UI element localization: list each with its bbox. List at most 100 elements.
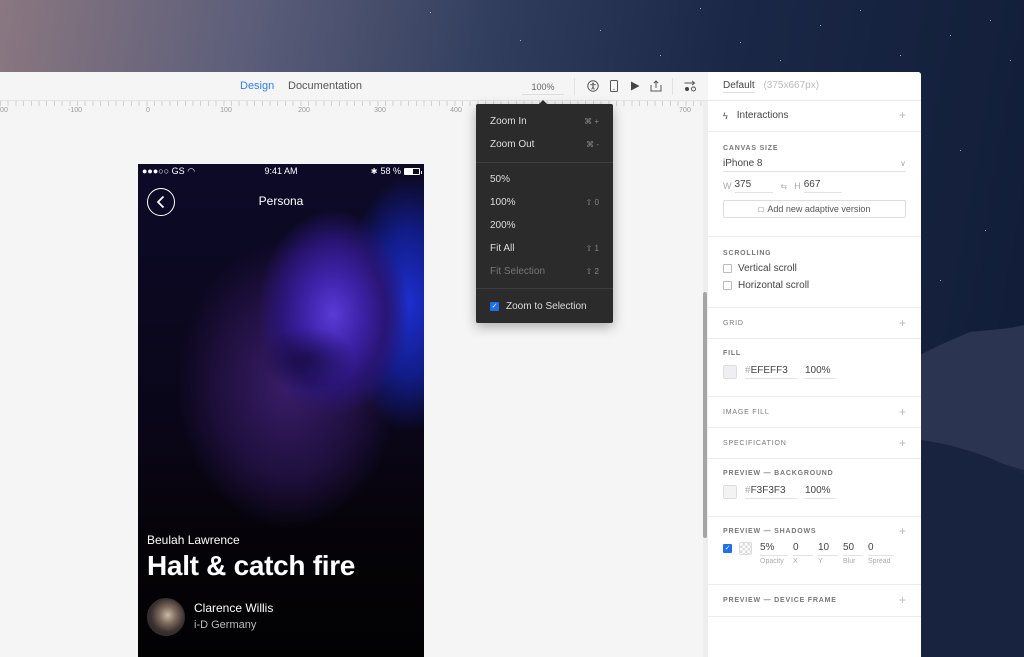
credit-organization: i-D Germany [194, 619, 257, 631]
artboard-persona[interactable]: ●●●○○ GS ◠ 9:41 AM ✱ 58 % Persona Beulah… [138, 164, 424, 657]
specification-section[interactable]: Specification + [708, 428, 921, 459]
menu-item-zoom-in[interactable]: Zoom In ⌘ + [490, 113, 599, 129]
chevron-down-icon: ∨ [900, 159, 906, 168]
menu-item-fit-all[interactable]: Fit All ⇧ 1 [490, 240, 599, 256]
menu-item-fit-selection: Fit Selection ⇧ 2 [490, 263, 599, 279]
field-caption: Opacity [760, 558, 784, 565]
canvas-size-section: Canvas Size iPhone 8 ∨ W 375 ⇆ H 667 □ A… [708, 132, 921, 237]
device-select-value: iPhone 8 [723, 158, 763, 169]
field-caption: Y [818, 558, 823, 565]
field-caption: Blur [843, 558, 856, 565]
menu-item-200[interactable]: 200% [490, 217, 599, 233]
add-shadow-button[interactable]: + [899, 524, 906, 538]
preset-header: Default (375x667px) [708, 72, 921, 101]
checkbox-label: Horizontal scroll [738, 280, 810, 291]
menu-item-zoom-out[interactable]: Zoom Out ⌘ - [490, 136, 599, 152]
menu-item-label: Zoom Out [490, 138, 535, 150]
ruler-label: 0 [146, 107, 150, 114]
menu-shortcut: ⌘ + [584, 116, 599, 126]
section-title: Canvas Size [723, 145, 779, 152]
menu-item-100[interactable]: 100% ⇧ 0 [490, 194, 599, 210]
preview-shadows-section: Preview — Shadows + ✓ 5% Opacity 0 X 10 … [708, 517, 921, 585]
menu-shortcut: ⇧ 1 [585, 243, 599, 253]
shadow-color-swatch[interactable] [739, 542, 752, 555]
menu-shortcut: ⇧ 0 [585, 197, 599, 207]
section-title: Preview — Shadows [723, 528, 817, 535]
shadow-spread-input[interactable]: 0 [868, 542, 894, 556]
link-dimensions-icon[interactable]: ⇆ [781, 182, 788, 191]
checkbox[interactable] [723, 281, 732, 290]
tab-design[interactable]: Design [240, 80, 275, 103]
top-toolbar: Design Documentation 100% [0, 72, 708, 103]
fill-hex-value: EFEFF3 [750, 365, 788, 376]
width-input[interactable]: 375 [734, 179, 773, 193]
button-label: Add new adaptive version [767, 204, 871, 214]
menu-item-label: Fit Selection [490, 265, 546, 277]
mountain-silhouette [920, 325, 1024, 657]
preset-name[interactable]: Default [723, 80, 755, 93]
menu-divider [476, 162, 613, 163]
menu-toggle-zoom-to-selection[interactable]: ✓ Zoom to Selection [490, 298, 599, 314]
add-interaction-button[interactable]: + [899, 108, 906, 122]
menu-item-label: 50% [490, 173, 511, 185]
add-adaptive-version-button[interactable]: □ Add new adaptive version [723, 200, 906, 218]
ruler-label: 100 [220, 107, 232, 114]
grid-section[interactable]: Grid + [708, 308, 921, 339]
section-title: Fill [723, 350, 741, 357]
add-specification-button[interactable]: + [899, 436, 906, 450]
height-input[interactable]: 667 [803, 179, 842, 193]
menu-item-label: Zoom to Selection [506, 300, 587, 312]
shadow-opacity-input[interactable]: 5% [760, 542, 788, 556]
add-device-frame-button[interactable]: + [899, 593, 906, 607]
section-title: Image Fill [723, 409, 770, 416]
interactions-section[interactable]: ϟ Interactions + [708, 101, 921, 132]
shadow-y-input[interactable]: 10 [818, 542, 838, 556]
image-fill-section[interactable]: Image Fill + [708, 397, 921, 428]
menu-item-50[interactable]: 50% [490, 171, 599, 187]
settings-sliders-icon[interactable] [683, 79, 697, 93]
portrait-photo [138, 164, 424, 657]
fill-hex-input[interactable]: #EFEFF3 [745, 365, 797, 379]
menu-shortcut: ⇧ 2 [585, 266, 599, 276]
preview-bg-hex-input[interactable]: #F3F3F3 [745, 485, 797, 499]
height-label: H [794, 181, 801, 191]
bluetooth-icon: ✱ [370, 166, 378, 176]
nav-title: Persona [258, 194, 304, 208]
accessibility-icon[interactable] [586, 79, 600, 93]
preview-bg-opacity-input[interactable]: 100% [805, 485, 835, 499]
checkbox[interactable] [723, 264, 732, 273]
fill-opacity-input[interactable]: 100% [805, 365, 835, 379]
shadow-blur-input[interactable]: 50 [843, 542, 863, 556]
menu-item-label: Zoom In [490, 115, 527, 127]
section-title: Specification [723, 440, 787, 447]
headline: Halt & catch fire [147, 550, 356, 581]
menu-item-label: 200% [490, 219, 516, 231]
preview-background-section: Preview — Background #F3F3F3 100% [708, 459, 921, 517]
canvas-scrollbar-thumb[interactable] [703, 292, 707, 538]
section-title: Scrolling [723, 250, 772, 257]
preview-device-frame-section[interactable]: Preview — Device Frame + [708, 585, 921, 617]
horizontal-scroll-checkbox[interactable]: Horizontal scroll [723, 280, 906, 291]
credit-name: Clarence Willis [194, 601, 274, 615]
section-title: Grid [723, 320, 744, 327]
zoom-level-field[interactable]: 100% [522, 82, 564, 95]
ruler-label: 400 [450, 107, 462, 114]
device-select[interactable]: iPhone 8 ∨ [723, 158, 906, 172]
add-grid-button[interactable]: + [899, 316, 906, 330]
add-image-fill-button[interactable]: + [899, 405, 906, 419]
play-icon[interactable] [628, 79, 642, 93]
status-right: ✱ 58 % [370, 166, 422, 176]
ruler-label: -100 [67, 107, 83, 114]
menu-divider [476, 288, 613, 289]
shadow-x-input[interactable]: 0 [793, 542, 813, 556]
tab-documentation[interactable]: Documentation [288, 80, 362, 92]
share-icon[interactable] [649, 79, 663, 93]
preview-bg-color-swatch[interactable] [723, 485, 737, 499]
toolbar-divider [574, 78, 575, 95]
menu-shortcut: ⌘ - [586, 139, 599, 149]
fill-color-swatch[interactable] [723, 365, 737, 379]
checkbox-checked-icon[interactable]: ✓ [490, 301, 499, 311]
shadow-enabled-checkbox[interactable]: ✓ [723, 544, 732, 553]
vertical-scroll-checkbox[interactable]: Vertical scroll [723, 263, 906, 274]
device-preview-icon[interactable] [607, 79, 621, 93]
